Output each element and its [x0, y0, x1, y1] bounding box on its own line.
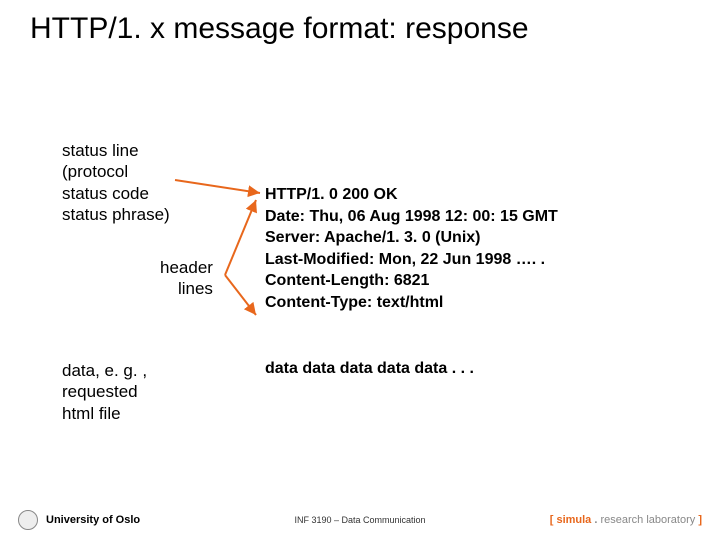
arrow-status-icon [170, 175, 270, 205]
footer-simula: [ simula . research laboratory ] [550, 514, 702, 526]
header-server: Server: Apache/1. 3. 0 (Unix) [265, 227, 558, 249]
http-response-block: HTTP/1. 0 200 OK Date: Thu, 06 Aug 1998 … [265, 184, 558, 314]
page-title: HTTP/1. x message format: response [30, 12, 529, 46]
bracket-close: ] [695, 514, 702, 526]
label-status-line: status line(protocolstatus codestatus ph… [62, 140, 170, 225]
simula-name: simula [556, 514, 591, 526]
data-content: data data data data data . . . [265, 360, 474, 378]
footer-university: University of Oslo [46, 514, 140, 526]
arrow-header-icon [220, 190, 270, 320]
label-header-lines: headerlines [160, 257, 213, 300]
status-line: HTTP/1. 0 200 OK [265, 184, 558, 206]
simula-rest: research laboratory [600, 514, 695, 526]
header-content-length: Content-Length: 6821 [265, 270, 558, 292]
footer-course: INF 3190 – Data Communication [294, 515, 425, 525]
footer: University of Oslo INF 3190 – Data Commu… [0, 506, 720, 534]
header-last-modified: Last-Modified: Mon, 22 Jun 1998 …. . [265, 249, 558, 271]
footer-left: University of Oslo [18, 510, 140, 530]
header-content-type: Content-Type: text/html [265, 292, 558, 314]
uio-seal-icon [18, 510, 38, 530]
header-date: Date: Thu, 06 Aug 1998 12: 00: 15 GMT [265, 206, 558, 228]
label-data: data, e. g. ,requestedhtml file [62, 360, 147, 424]
